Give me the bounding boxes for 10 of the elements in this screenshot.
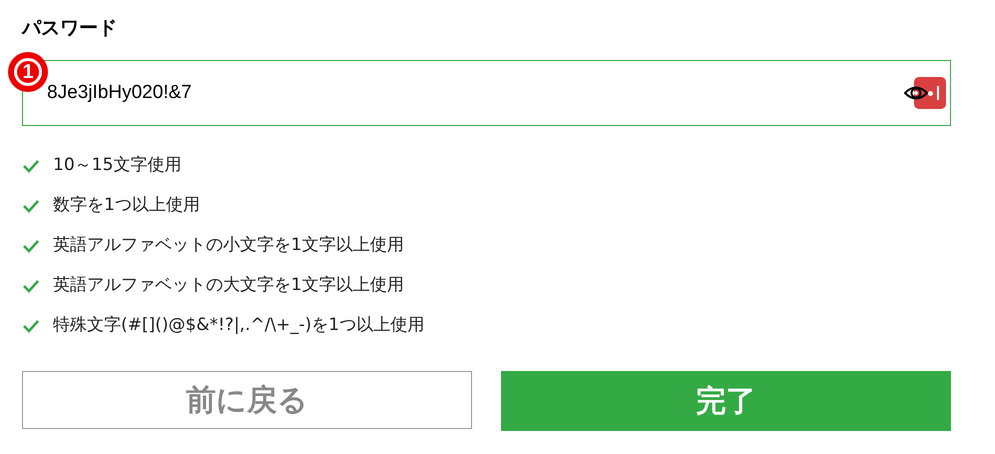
step-marker: 1 (8, 52, 48, 92)
extension-icon[interactable] (914, 77, 946, 109)
done-button[interactable]: 完了 (501, 371, 951, 431)
requirement-text: 英語アルファベットの小文字を1文字以上使用 (53, 234, 404, 258)
requirement-text: 特殊文字(#[]()@$&*!?|,.^/\+_-)を1つ以上使用 (53, 314, 424, 338)
back-button[interactable]: 前に戻る (22, 371, 472, 429)
requirement-text: 10～15文字使用 (53, 154, 182, 178)
field-label: パスワード (22, 16, 118, 41)
requirement-text: 数字を1つ以上使用 (53, 194, 200, 218)
requirement-text: 英語アルファベットの大文字を1文字以上使用 (53, 274, 404, 298)
